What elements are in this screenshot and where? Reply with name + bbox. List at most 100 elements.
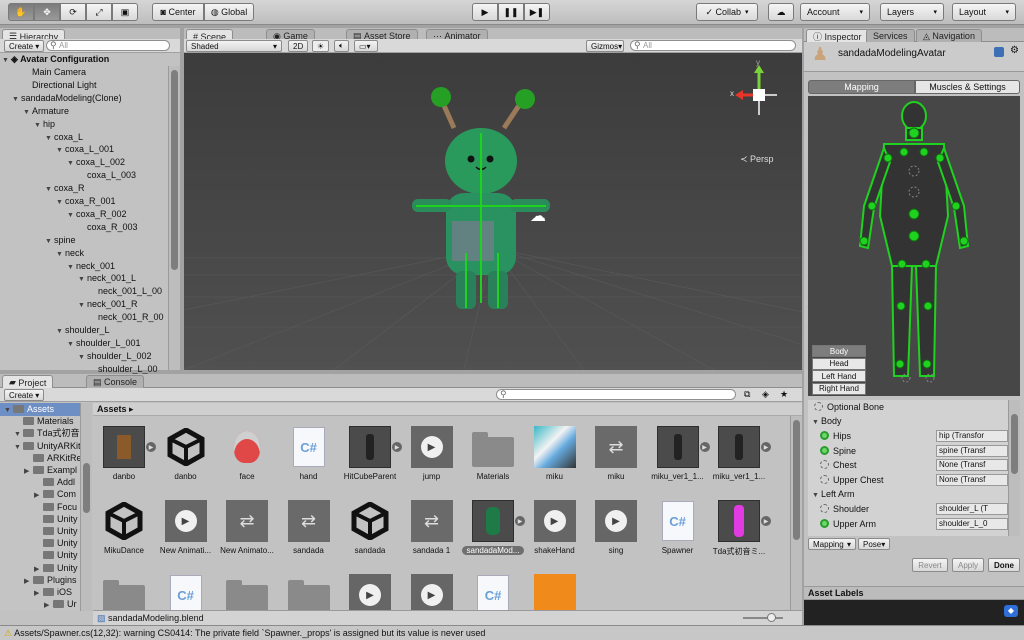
asset-item[interactable]: ⇄ sandada 1 bbox=[401, 500, 461, 570]
step-button[interactable]: ▶❚ bbox=[524, 3, 550, 21]
scene-root-row[interactable]: ▼ ◈ Avatar Configuration bbox=[2, 53, 170, 66]
layers-dropdown[interactable]: Layers ▾ bbox=[880, 3, 944, 21]
hierarchy-row[interactable]: Directional Light bbox=[23, 79, 191, 92]
project-tree-row[interactable]: Unity bbox=[34, 525, 78, 538]
asset-item[interactable]: ▶ sandadaMod... bbox=[462, 500, 525, 570]
asset-item[interactable]: ▶ Tda式初音ミ... bbox=[708, 500, 771, 570]
bone-transform-field[interactable]: spine (Transf bbox=[936, 444, 1008, 457]
asset-item[interactable]: C# Spawner bbox=[647, 500, 707, 570]
pose-dropdown[interactable]: Pose ▾ bbox=[858, 538, 890, 550]
rect-tool-icon[interactable]: ▣ bbox=[112, 3, 138, 21]
asset-item[interactable]: ▶ shakeHand bbox=[524, 500, 584, 570]
project-search-input[interactable] bbox=[496, 389, 736, 400]
asset-item[interactable]: ▶ bbox=[339, 574, 399, 610]
done-button[interactable]: Done bbox=[988, 558, 1020, 572]
project-tree-row[interactable]: Unity bbox=[34, 513, 78, 526]
orientation-gizmo[interactable] bbox=[735, 65, 777, 115]
asset-item[interactable] bbox=[278, 574, 338, 610]
bone-row[interactable]: Upper ChestNone (Transf⊙ bbox=[820, 473, 1020, 487]
settings-gear-icon[interactable]: ⚙ bbox=[1010, 45, 1019, 56]
asset-item[interactable] bbox=[93, 574, 153, 610]
asset-item[interactable]: Materials bbox=[462, 426, 522, 496]
pause-button[interactable]: ❚❚ bbox=[498, 3, 524, 21]
asset-item[interactable]: sandada bbox=[339, 500, 399, 570]
pivot-center-button[interactable]: ◙ Center bbox=[152, 3, 204, 21]
asset-item[interactable]: C# bbox=[155, 574, 215, 610]
bone-list-scrollbar[interactable] bbox=[1008, 400, 1020, 536]
bone-transform-field[interactable]: None (Transf bbox=[936, 473, 1008, 486]
icon-size-slider[interactable] bbox=[743, 613, 783, 622]
mapping-dropdown[interactable]: Mapping ▾ bbox=[808, 538, 856, 550]
asset-item[interactable] bbox=[216, 574, 276, 610]
pivot-global-button[interactable]: ◍ Global bbox=[204, 3, 254, 21]
scale-tool-icon[interactable]: ⤢ bbox=[86, 3, 112, 21]
project-tree-row[interactable]: Unity bbox=[34, 549, 78, 562]
asset-item[interactable]: ▶ jump bbox=[401, 426, 461, 496]
audio-toggle-icon[interactable]: 🔈︎ bbox=[334, 40, 349, 52]
scene-search-input[interactable]: All bbox=[630, 40, 796, 51]
project-create-button[interactable]: Create ▾ bbox=[4, 389, 45, 401]
expand-prefab-icon[interactable]: ▶ bbox=[761, 516, 771, 526]
project-tree-row[interactable]: ▼ UnityARKit bbox=[14, 440, 81, 453]
hierarchy-create-button[interactable]: Create ▾ bbox=[4, 40, 45, 52]
bone-transform-field[interactable]: shoulder_L_0 bbox=[936, 517, 1008, 530]
lighting-toggle-icon[interactable]: ☀ bbox=[312, 40, 330, 52]
asset-item[interactable]: MikuDance bbox=[93, 500, 153, 570]
project-tree-row[interactable]: ▶ Ur bbox=[44, 598, 77, 611]
project-tree-scrollbar[interactable] bbox=[80, 403, 92, 611]
bone-row[interactable]: ChestNone (Transf⊙ bbox=[820, 458, 1020, 472]
label-filter-icon[interactable]: ◈ bbox=[762, 389, 769, 400]
hierarchy-row[interactable]: ▼ Armature bbox=[23, 105, 191, 118]
rotate-tool-icon[interactable]: ⟳ bbox=[60, 3, 86, 21]
bone-row[interactable]: Upper Armshoulder_L_0⊙ bbox=[820, 517, 1020, 531]
tab-project[interactable]: ▰ Project bbox=[2, 375, 54, 389]
mapping-tab-button[interactable]: Mapping bbox=[808, 80, 915, 94]
favorite-icon[interactable]: ★ bbox=[780, 389, 788, 400]
asset-item[interactable]: ▶ HitCubeParent bbox=[339, 426, 402, 496]
filter-type-icon[interactable]: ⧉ bbox=[744, 389, 750, 400]
project-tree-row[interactable]: Unity bbox=[34, 537, 78, 550]
asset-item[interactable]: ▶ miku_ver1_1... bbox=[647, 426, 710, 496]
scrollbar-thumb[interactable] bbox=[171, 70, 178, 270]
scene-viewport[interactable]: ☁ y x ≺ Persp bbox=[184, 53, 802, 370]
scrollbar-thumb[interactable] bbox=[793, 420, 800, 540]
project-tree-row[interactable]: Focu bbox=[34, 501, 77, 514]
asset-item[interactable]: ⇄ sandada bbox=[278, 500, 338, 570]
bone-section-header[interactable]: ▼ Body bbox=[812, 414, 1012, 428]
project-breadcrumb[interactable]: Assets ▸ bbox=[93, 403, 802, 416]
project-tree-row[interactable]: ▼ Tda式初音 bbox=[14, 427, 80, 440]
tab-services[interactable]: Services bbox=[866, 29, 915, 42]
tab-inspector[interactable]: ⓘ Inspector bbox=[806, 29, 869, 43]
revert-button[interactable]: Revert bbox=[912, 558, 948, 572]
bone-row[interactable]: Hipship (Transfor⊙ bbox=[820, 429, 1020, 443]
bone-transform-field[interactable]: hip (Transfor bbox=[936, 430, 1008, 442]
bone-transform-field[interactable]: shoulder_L (T bbox=[936, 503, 1008, 515]
help-book-icon[interactable] bbox=[994, 47, 1004, 57]
body-part-button[interactable]: Left Hand bbox=[812, 370, 866, 382]
bone-row[interactable]: Spinespine (Transf⊙ bbox=[820, 444, 1020, 458]
asset-item[interactable]: ▶ sing bbox=[585, 500, 645, 570]
tab-console[interactable]: ▤ Console bbox=[86, 375, 145, 388]
asset-item[interactable]: ⇄ miku bbox=[585, 426, 645, 496]
hierarchy-search-input[interactable]: All bbox=[46, 40, 170, 51]
project-tree-row[interactable]: ▶ Unity bbox=[34, 562, 78, 575]
move-tool-icon[interactable]: ✥ bbox=[34, 3, 60, 21]
project-tree-row[interactable]: ▶ Exampl bbox=[24, 464, 77, 477]
asset-item[interactable]: face bbox=[216, 426, 276, 496]
console-status-bar[interactable]: ⚠ Assets/Spawner.cs(12,32): warning CS04… bbox=[0, 625, 1024, 640]
hierarchy-row[interactable]: ▼ sandadaModeling(Clone) bbox=[12, 92, 180, 105]
collab-dropdown[interactable]: ✓ Collab ▾ bbox=[696, 3, 758, 21]
asset-item[interactable]: danbo bbox=[155, 426, 215, 496]
asset-item[interactable]: ⇄ New Animato... bbox=[216, 500, 276, 570]
muscles-settings-tab-button[interactable]: Muscles & Settings bbox=[915, 80, 1020, 94]
project-tree-row[interactable]: Addl bbox=[34, 476, 75, 489]
project-tree-row[interactable]: ▶ iOS bbox=[34, 586, 72, 599]
shading-mode-dropdown[interactable]: Shaded ▾ bbox=[186, 40, 282, 52]
asset-item[interactable]: miku bbox=[524, 426, 584, 496]
asset-item[interactable]: C# bbox=[462, 574, 522, 610]
tab-navigation[interactable]: ◬ Navigation bbox=[916, 29, 982, 42]
asset-item[interactable]: C# hand bbox=[278, 426, 338, 496]
gizmos-dropdown[interactable]: Gizmos ▾ bbox=[586, 40, 624, 52]
hierarchy-scrollbar[interactable] bbox=[168, 66, 180, 370]
body-part-button[interactable]: Right Hand bbox=[812, 382, 866, 395]
